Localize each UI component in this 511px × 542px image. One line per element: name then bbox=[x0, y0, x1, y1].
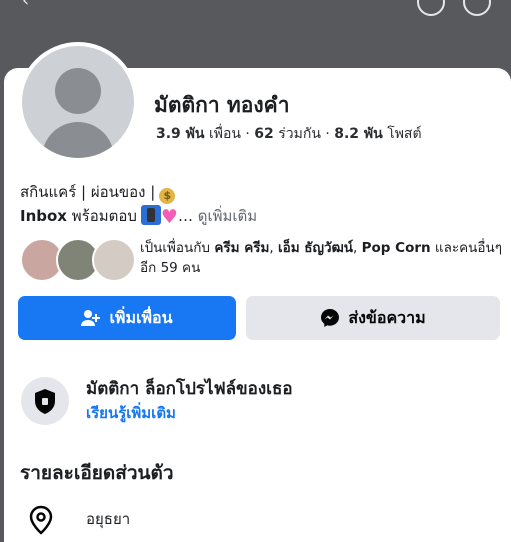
location-pin-icon bbox=[28, 505, 54, 539]
heart-icon: ♥ bbox=[160, 206, 178, 228]
more-icon[interactable] bbox=[463, 0, 491, 16]
avatar bbox=[92, 238, 136, 282]
lock-notice-title: มัตติกา ล็อกโปรไฟล์ของเธอ bbox=[86, 379, 293, 399]
see-more-link[interactable]: ดูเพิ่มเติม bbox=[198, 207, 257, 225]
mutual-label[interactable]: ร่วมกัน bbox=[278, 126, 321, 142]
add-friend-button[interactable]: เพิ่มเพื่อน bbox=[18, 296, 236, 340]
money-bag-icon: $ bbox=[159, 188, 176, 204]
default-avatar-icon bbox=[22, 46, 134, 158]
friends-label[interactable]: เพื่อน bbox=[209, 126, 241, 142]
mutual-friends-avatars[interactable] bbox=[20, 238, 136, 282]
profile-lock-badge bbox=[21, 377, 69, 425]
posts-count: 8.2 พัน bbox=[334, 126, 383, 142]
location-text: อยุธยา bbox=[86, 510, 131, 528]
bio-line-2: Inbox พร้อมตอบ ♥… ดูเพิ่มเติม bbox=[20, 205, 258, 228]
add-friend-icon bbox=[81, 310, 101, 326]
profile-name: มัตติกา ทองคำ bbox=[154, 93, 290, 117]
message-button[interactable]: ส่งข้อความ bbox=[246, 296, 500, 340]
profile-picture[interactable] bbox=[18, 42, 138, 162]
personal-details-title: รายละเอียดส่วนตัว bbox=[20, 462, 174, 484]
top-actions bbox=[417, 0, 491, 16]
search-icon[interactable] bbox=[417, 0, 445, 16]
learn-more-link[interactable]: เรียนรู้เพิ่มเติม bbox=[86, 401, 176, 425]
mutual-count[interactable]: 62 bbox=[254, 126, 273, 142]
shield-lock-icon bbox=[35, 389, 55, 414]
friends-count[interactable]: 3.9 พัน bbox=[156, 126, 204, 142]
posts-label: โพสต์ bbox=[387, 126, 422, 142]
bio-line-1: สกินแคร์ | ผ่อนของ | $ bbox=[20, 180, 176, 204]
phone-icon bbox=[140, 205, 161, 225]
back-icon[interactable]: ‹ bbox=[22, 0, 29, 11]
messenger-icon bbox=[321, 309, 340, 327]
profile-stats: 3.9 พัน เพื่อน · 62 ร่วมกัน · 8.2 พัน โพ… bbox=[156, 126, 422, 142]
mutual-friends-text[interactable]: เป็นเพื่อนกับ ครีม ครีม, เอ็ม ธัญวัฒน์, … bbox=[140, 238, 502, 278]
